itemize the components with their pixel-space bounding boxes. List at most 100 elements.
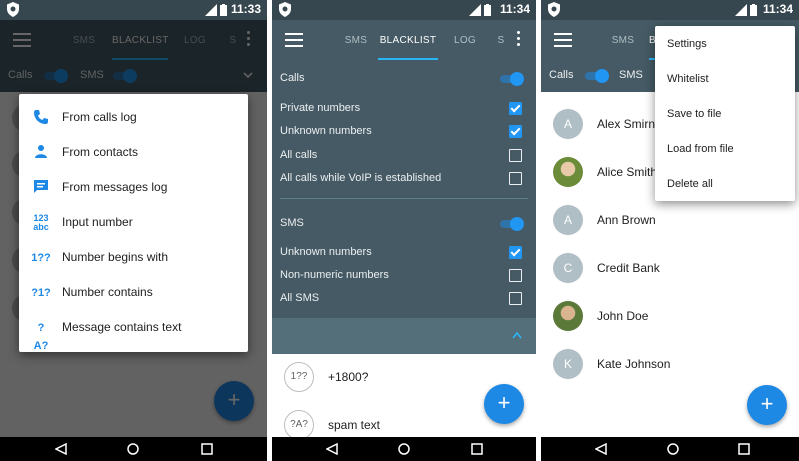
avatar: A xyxy=(553,109,583,139)
tab-sms[interactable]: SMS xyxy=(605,20,641,60)
recent-apps-icon[interactable] xyxy=(471,443,483,455)
list-item[interactable]: John Doe xyxy=(541,292,799,340)
list-item[interactable]: A Ann Brown xyxy=(541,196,799,244)
battery-icon xyxy=(220,4,227,16)
avatar: A xyxy=(553,205,583,235)
dialog-item-contacts[interactable]: From contacts xyxy=(19,135,248,170)
battery-icon xyxy=(484,4,491,16)
checkbox-all-sms[interactable] xyxy=(509,292,522,305)
text-contains-icon: ?A? xyxy=(33,322,49,352)
add-fab-button[interactable]: + xyxy=(747,385,787,425)
checkbox-sms-unknown[interactable] xyxy=(509,246,522,259)
settings-panel: Calls Private numbers Unknown numbers Al… xyxy=(272,60,536,318)
chevron-up-icon[interactable] xyxy=(512,331,522,339)
shield-icon xyxy=(7,2,19,17)
checkbox-voip[interactable] xyxy=(509,172,522,185)
dialog-item-label: Message contains text xyxy=(62,320,182,334)
navigation-bar xyxy=(272,437,536,461)
signal-icon xyxy=(735,4,747,16)
recent-apps-icon[interactable] xyxy=(738,443,750,455)
calls-switch-label: Calls xyxy=(549,69,574,81)
calls-toggle[interactable] xyxy=(498,72,524,86)
dialog-item-label: Number begins with xyxy=(62,250,169,264)
list-item[interactable]: K Kate Johnson xyxy=(541,340,799,388)
icon-glyph: abc xyxy=(33,222,49,232)
list-item[interactable]: C Credit Bank xyxy=(541,244,799,292)
menu-icon[interactable] xyxy=(554,33,572,47)
calls-section-header: Calls xyxy=(280,72,524,88)
sms-toggle[interactable] xyxy=(498,217,524,231)
checkbox-private-numbers[interactable] xyxy=(509,102,522,115)
navigation-bar xyxy=(541,437,799,461)
tab-overflow[interactable]: S xyxy=(494,20,508,60)
home-icon[interactable] xyxy=(667,443,679,455)
status-bar: 11:34 xyxy=(272,0,536,20)
blacklist-value: +1800? xyxy=(328,370,369,384)
checkbox-row[interactable]: Unknown numbers xyxy=(280,246,522,262)
dialog-item-input-number[interactable]: 123 abc Input number xyxy=(19,205,248,240)
tab-sms[interactable]: SMS xyxy=(338,20,374,60)
home-icon[interactable] xyxy=(127,443,139,455)
contact-name: John Doe xyxy=(597,309,649,323)
checkbox-row[interactable]: Unknown numbers xyxy=(280,125,522,141)
more-options-icon[interactable] xyxy=(517,31,521,49)
tab-log[interactable]: LOG xyxy=(448,20,482,60)
checkbox-row[interactable]: All calls while VoIP is established xyxy=(280,172,522,188)
checkbox-non-numeric[interactable] xyxy=(509,269,522,282)
sms-section-header: SMS xyxy=(280,217,524,233)
menu-item-load-from-file[interactable]: Load from file xyxy=(667,143,734,155)
overflow-menu: Settings Whitelist Save to file Load fro… xyxy=(655,26,795,201)
option-label: Unknown numbers xyxy=(280,125,372,137)
tab-blacklist[interactable]: BLACKLIST xyxy=(378,20,438,60)
back-icon[interactable] xyxy=(595,443,607,455)
collapse-bar[interactable] xyxy=(272,318,536,354)
contact-name: Alice Smith xyxy=(597,165,658,179)
dialog-item-label: Number contains xyxy=(62,285,153,299)
add-fab-button[interactable]: + xyxy=(484,384,524,424)
add-source-dialog: From calls log From contacts From messag… xyxy=(19,94,248,352)
checkbox-row[interactable]: Private numbers xyxy=(280,102,522,118)
back-icon[interactable] xyxy=(55,443,67,455)
divider xyxy=(280,198,528,199)
option-label: All calls while VoIP is established xyxy=(280,172,442,184)
home-icon[interactable] xyxy=(398,443,410,455)
calls-toggle[interactable] xyxy=(583,69,609,83)
clock: 11:34 xyxy=(762,2,793,16)
menu-item-save-to-file[interactable]: Save to file xyxy=(667,108,721,120)
menu-icon[interactable] xyxy=(285,33,303,47)
menu-item-settings[interactable]: Settings xyxy=(667,38,707,50)
message-icon xyxy=(31,179,51,197)
checkbox-all-calls[interactable] xyxy=(509,149,522,162)
contains-icon: ?1? xyxy=(31,287,51,299)
checkbox-row[interactable]: Non-numeric numbers xyxy=(280,269,522,285)
dialog-item-label: From calls log xyxy=(62,110,137,124)
dialog-item-message-text[interactable]: ?A? Message contains text xyxy=(19,310,248,352)
person-icon xyxy=(31,144,51,162)
menu-item-delete-all[interactable]: Delete all xyxy=(667,178,713,190)
checkbox-unknown-numbers[interactable] xyxy=(509,125,522,138)
phone-icon xyxy=(31,109,51,127)
avatar xyxy=(553,301,583,331)
contact-name: Credit Bank xyxy=(597,261,660,275)
phone-screen-settings: 11:34 SMS BLACKLIST LOG S Calls Private … xyxy=(272,0,536,461)
checkbox-row[interactable]: All SMS xyxy=(280,292,522,308)
dialog-item-messages-log[interactable]: From messages log xyxy=(19,170,248,205)
shield-icon xyxy=(548,2,560,17)
phone-screen-add-dialog: 11:33 SMS BLACKLIST LOG S Calls SMS + Fr… xyxy=(0,0,267,461)
signal-icon xyxy=(469,4,481,16)
navigation-bar xyxy=(0,437,267,461)
menu-item-whitelist[interactable]: Whitelist xyxy=(667,73,709,85)
dialog-item-label: From contacts xyxy=(62,145,139,159)
begins-with-icon: 1?? xyxy=(31,252,51,264)
option-label: All calls xyxy=(280,149,318,161)
clock: 11:33 xyxy=(230,2,261,16)
blacklist-value: spam text xyxy=(328,418,381,432)
checkbox-row[interactable]: All calls xyxy=(280,149,522,165)
section-title: Calls xyxy=(280,72,305,84)
dialog-item-calls-log[interactable]: From calls log xyxy=(19,100,248,135)
dialog-item-begins-with[interactable]: 1?? Number begins with xyxy=(19,240,248,275)
back-icon[interactable] xyxy=(326,443,338,455)
recent-apps-icon[interactable] xyxy=(201,443,213,455)
text-contains-icon: ?A? xyxy=(284,410,314,440)
dialog-item-contains[interactable]: ?1? Number contains xyxy=(19,275,248,310)
